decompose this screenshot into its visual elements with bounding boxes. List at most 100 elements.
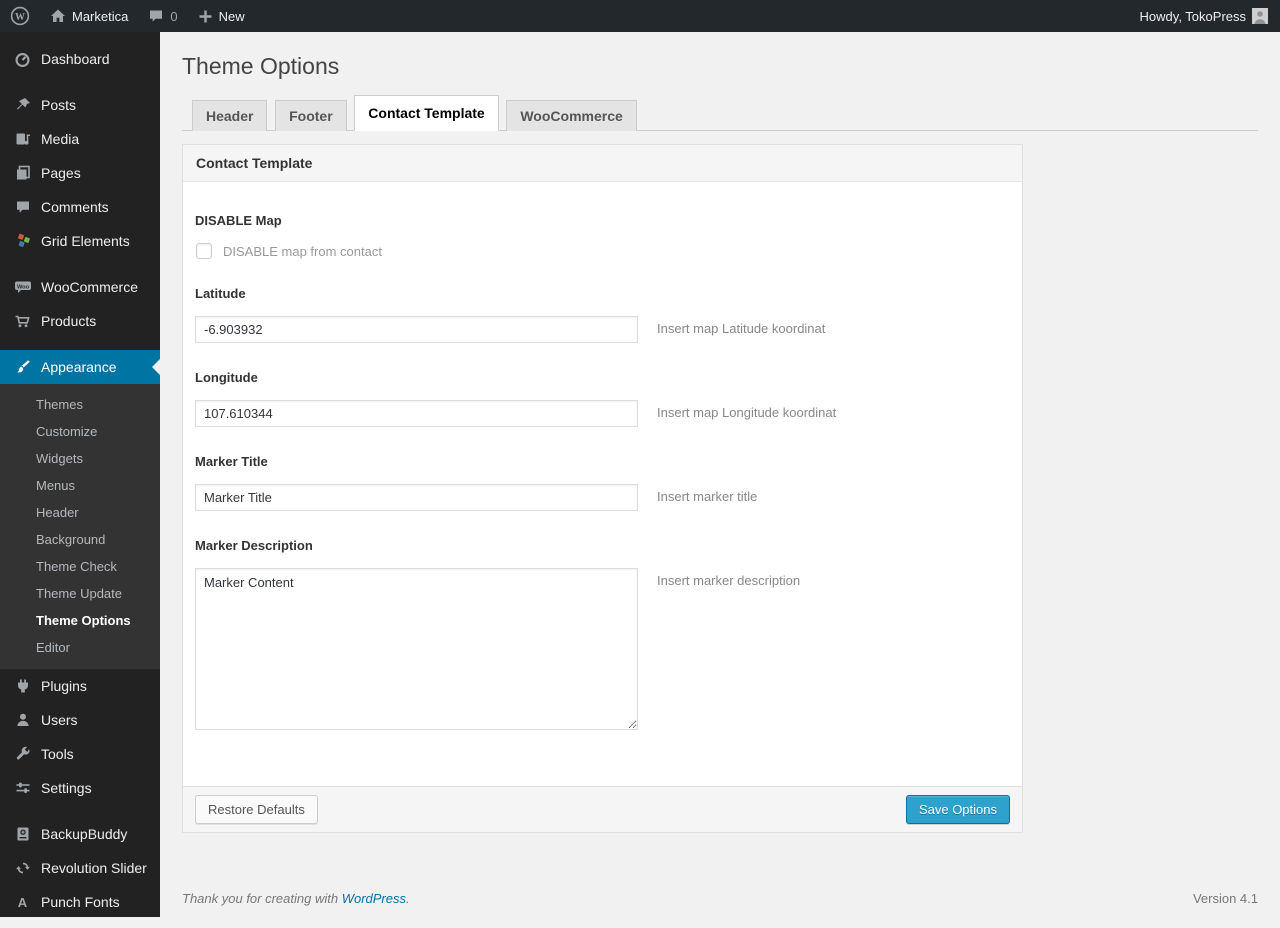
- sidebar-item-label: Appearance: [41, 359, 117, 375]
- field-help: Insert map Longitude koordinat: [657, 400, 836, 420]
- tab-contact-template[interactable]: Contact Template: [354, 95, 498, 131]
- tab-header[interactable]: Header: [192, 100, 267, 131]
- panel-footer: Restore Defaults Save Options: [183, 786, 1022, 832]
- field-label: Marker Title: [195, 454, 1010, 469]
- submenu-item-theme-options[interactable]: Theme Options: [0, 607, 160, 634]
- sidebar-item-appearance[interactable]: Appearance: [0, 350, 160, 384]
- checkbox-label: DISABLE map from contact: [223, 244, 382, 259]
- site-name-link[interactable]: Marketica: [40, 0, 138, 32]
- plugins-icon: [13, 678, 32, 695]
- sidebar-item-grid-elements[interactable]: Grid Elements: [0, 224, 160, 258]
- account-menu[interactable]: Howdy, TokoPress: [1130, 0, 1280, 32]
- howdy-label: Howdy, TokoPress: [1140, 9, 1246, 24]
- avatar: [1252, 8, 1268, 24]
- version-label: Version 4.1: [1193, 891, 1258, 906]
- sidebar-item-label: Punch Fonts: [41, 894, 120, 910]
- panel-title: Contact Template: [183, 145, 1022, 182]
- products-icon: [13, 313, 32, 330]
- sidebar-item-products[interactable]: Products: [0, 304, 160, 338]
- media-icon: [13, 131, 32, 148]
- svg-text:Woo: Woo: [16, 284, 29, 290]
- sidebar-item-label: Posts: [41, 97, 76, 113]
- page-title: Theme Options: [182, 52, 1258, 81]
- save-options-button[interactable]: Save Options: [906, 795, 1010, 824]
- submenu-item-theme-check[interactable]: Theme Check: [0, 553, 160, 580]
- submenu-item-theme-update[interactable]: Theme Update: [0, 580, 160, 607]
- marker-title-input[interactable]: [195, 484, 638, 511]
- input-row: Insert marker title: [195, 484, 1010, 511]
- admin-bar-right: Howdy, TokoPress: [1130, 0, 1280, 32]
- submenu-item-themes[interactable]: Themes: [0, 391, 160, 418]
- field-help: Insert marker title: [657, 484, 757, 504]
- comment-count: 0: [170, 9, 177, 24]
- revolution-slider-icon: [13, 860, 32, 877]
- wordpress-link[interactable]: WordPress: [342, 891, 406, 906]
- submenu-item-widgets[interactable]: Widgets: [0, 445, 160, 472]
- sidebar-item-punch-fonts[interactable]: A Punch Fonts: [0, 885, 160, 917]
- input-row: Insert map Latitude koordinat: [195, 316, 1010, 343]
- sidebar-item-label: Media: [41, 131, 79, 147]
- sidebar-item-label: BackupBuddy: [41, 826, 127, 842]
- options-panel: Contact Template DISABLE Map DISABLE map…: [182, 144, 1023, 833]
- marker-description-textarea[interactable]: Marker Content: [195, 568, 638, 730]
- tools-icon: [13, 746, 32, 763]
- sidebar-item-pages[interactable]: Pages: [0, 156, 160, 190]
- tab-bar: Header Footer Contact Template WooCommer…: [182, 95, 1258, 131]
- field-marker-description: Marker Description Marker Content Insert…: [195, 538, 1010, 730]
- sidebar-item-users[interactable]: Users: [0, 703, 160, 737]
- longitude-input[interactable]: [195, 400, 638, 427]
- restore-defaults-button[interactable]: Restore Defaults: [195, 795, 318, 824]
- submenu-item-editor[interactable]: Editor: [0, 634, 160, 661]
- home-icon: [50, 8, 66, 24]
- sidebar-item-tools[interactable]: Tools: [0, 737, 160, 771]
- backupbuddy-icon: [13, 826, 32, 843]
- admin-bar: W Marketica 0 New Howdy, TokoPress: [0, 0, 1280, 32]
- menu-separator: [0, 338, 160, 350]
- sidebar-item-label: Products: [41, 313, 96, 329]
- sidebar-item-comments[interactable]: Comments: [0, 190, 160, 224]
- pages-icon: [13, 165, 32, 182]
- posts-icon: [13, 97, 32, 114]
- submenu-item-menus[interactable]: Menus: [0, 472, 160, 499]
- punch-fonts-icon: A: [13, 894, 32, 911]
- sidebar-item-backupbuddy[interactable]: BackupBuddy: [0, 817, 160, 851]
- comments-icon: [13, 199, 32, 216]
- sidebar-item-label: WooCommerce: [41, 279, 138, 295]
- new-label: New: [219, 9, 245, 24]
- field-latitude: Latitude Insert map Latitude koordinat: [195, 286, 1010, 343]
- comments-bubble-icon: [148, 8, 164, 24]
- tab-footer[interactable]: Footer: [275, 100, 347, 131]
- wordpress-logo-menu[interactable]: W: [0, 0, 40, 32]
- tab-woocommerce[interactable]: WooCommerce: [506, 100, 636, 131]
- sidebar-item-posts[interactable]: Posts: [0, 88, 160, 122]
- sidebar-item-revolution-slider[interactable]: Revolution Slider: [0, 851, 160, 885]
- input-row: Insert map Longitude koordinat: [195, 400, 1010, 427]
- latitude-input[interactable]: [195, 316, 638, 343]
- sidebar-item-woocommerce[interactable]: Woo WooCommerce: [0, 270, 160, 304]
- admin-bar-left: W Marketica 0 New: [0, 0, 255, 32]
- admin-sidebar: Dashboard Posts Media Pages Comments Gri…: [0, 32, 160, 917]
- panel-body: DISABLE Map DISABLE map from contact Lat…: [183, 182, 1022, 786]
- disable-map-checkbox[interactable]: [196, 243, 212, 259]
- submenu-item-header[interactable]: Header: [0, 499, 160, 526]
- field-marker-title: Marker Title Insert marker title: [195, 454, 1010, 511]
- appearance-submenu: Themes Customize Widgets Menus Header Ba…: [0, 384, 160, 669]
- thanks-suffix: .: [406, 891, 410, 906]
- submenu-item-background[interactable]: Background: [0, 526, 160, 553]
- field-help: Insert map Latitude koordinat: [657, 316, 825, 336]
- comments-counter[interactable]: 0: [138, 0, 187, 32]
- appearance-icon: [13, 359, 32, 376]
- sidebar-item-plugins[interactable]: Plugins: [0, 669, 160, 703]
- sidebar-item-settings[interactable]: Settings: [0, 771, 160, 805]
- submenu-item-customize[interactable]: Customize: [0, 418, 160, 445]
- settings-icon: [13, 780, 32, 797]
- disable-map-checkbox-row: DISABLE map from contact: [195, 243, 1010, 259]
- sidebar-item-label: Dashboard: [41, 51, 110, 67]
- menu-separator: [0, 76, 160, 88]
- sidebar-item-label: Revolution Slider: [41, 860, 147, 876]
- sidebar-item-dashboard[interactable]: Dashboard: [0, 42, 160, 76]
- field-longitude: Longitude Insert map Longitude koordinat: [195, 370, 1010, 427]
- input-row: Marker Content Insert marker description: [195, 568, 1010, 730]
- new-content-menu[interactable]: New: [188, 0, 255, 32]
- sidebar-item-media[interactable]: Media: [0, 122, 160, 156]
